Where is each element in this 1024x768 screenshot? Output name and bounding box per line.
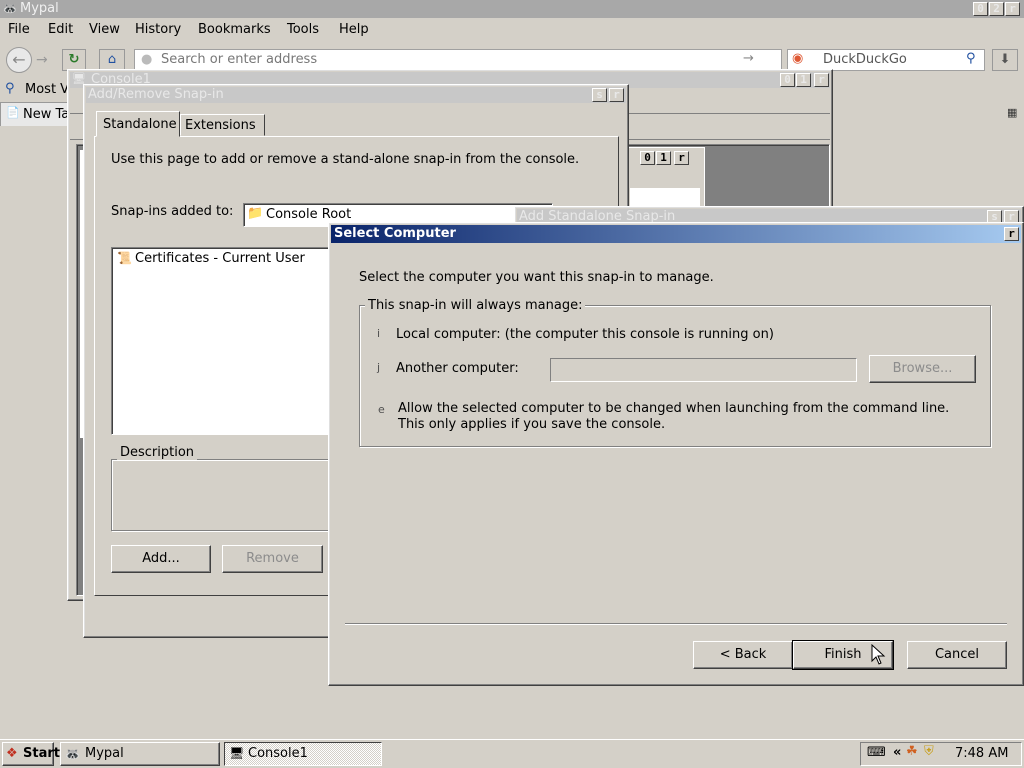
- tab-extensions[interactable]: Extensions: [180, 114, 265, 136]
- tab-extensions-label: Extensions: [185, 118, 256, 133]
- added-to-label: Snap-ins added to:: [111, 204, 234, 219]
- system-tray: ⌨ « ☘ ⛨ 7:48 AM: [860, 742, 1022, 766]
- taskbar: ❖ Start 🦝 Mypal 🖥 Console1 ⌨ « ☘ ⛨ 7:48 …: [0, 739, 1024, 768]
- addremove-titlebar[interactable]: Add/Remove Snap-in s r: [86, 87, 626, 103]
- browse-button-label: Browse...: [892, 361, 953, 376]
- tray-expand-icon[interactable]: «: [893, 745, 901, 760]
- browse-button[interactable]: Browse...: [869, 355, 976, 383]
- tab-label: New Ta: [23, 107, 70, 122]
- list-item[interactable]: Certificates - Current User: [135, 251, 305, 266]
- download-icon[interactable]: ⬇: [992, 49, 1018, 71]
- home-icon[interactable]: ⌂: [99, 49, 125, 71]
- back-arrow-icon[interactable]: ←: [6, 47, 32, 73]
- search-icon[interactable]: ⚲: [966, 51, 976, 66]
- addremove-close-button[interactable]: r: [609, 88, 624, 102]
- console-maximize-button[interactable]: 1: [796, 73, 811, 87]
- console-close-button[interactable]: r: [814, 73, 829, 87]
- another-computer-radio[interactable]: j: [377, 361, 380, 374]
- addremove-help-button[interactable]: s: [592, 88, 607, 102]
- inner-close-button[interactable]: r: [674, 151, 689, 165]
- mypal-logo-icon: 🦝: [3, 2, 17, 15]
- menu-bar: File Edit View History Bookmarks Tools H…: [0, 19, 1024, 41]
- taskbar-task-mypal[interactable]: 🦝 Mypal: [60, 742, 220, 766]
- bookmark-icon: ⚲: [5, 81, 15, 96]
- added-to-value: Console Root: [266, 207, 352, 222]
- bottom-divider: [345, 623, 1007, 625]
- start-button[interactable]: ❖ Start: [2, 742, 60, 766]
- cancel-button[interactable]: Cancel: [907, 641, 1007, 669]
- address-bar[interactable]: ● Search or enter address →: [134, 49, 782, 71]
- certificate-icon: 📜: [117, 251, 132, 265]
- add-button[interactable]: Add...: [111, 545, 211, 573]
- tab-standalone[interactable]: Standalone: [96, 111, 180, 137]
- minimize-button[interactable]: 0: [973, 2, 988, 16]
- network-icon[interactable]: ☘: [906, 744, 918, 759]
- back-button-label: < Back: [719, 647, 767, 662]
- clock[interactable]: 7:48 AM: [955, 746, 1008, 761]
- folder-icon: 📁: [247, 206, 264, 221]
- allow-change-line2: This only applies if you save the consol…: [398, 417, 666, 432]
- select-computer-titlebar[interactable]: Select Computer r: [331, 225, 1021, 243]
- select-computer-dialog: Select Computer r Select the computer yo…: [328, 222, 1024, 686]
- remove-button-label: Remove: [246, 551, 299, 566]
- remove-button[interactable]: Remove: [222, 545, 323, 573]
- menu-file[interactable]: File: [8, 22, 30, 37]
- go-arrow-icon[interactable]: →: [743, 51, 754, 66]
- reload-icon[interactable]: ↻: [62, 49, 86, 71]
- keyboard-icon[interactable]: ⌨: [867, 745, 886, 760]
- addremove-intro: Use this page to add or remove a stand-a…: [111, 152, 580, 167]
- allow-change-checkbox[interactable]: e: [378, 403, 385, 416]
- finish-button-label: Finish: [824, 647, 862, 662]
- menu-tools[interactable]: Tools: [287, 22, 319, 37]
- inner-content: [630, 188, 700, 208]
- back-button[interactable]: < Back: [693, 641, 793, 669]
- browser-titlebar[interactable]: 🦝 Mypal 0 2 r: [0, 0, 1024, 18]
- mouse-cursor-icon: [871, 644, 886, 665]
- duckduckgo-icon: ◉: [792, 51, 804, 66]
- search-box[interactable]: ◉ DuckDuckGo ⚲: [787, 49, 985, 71]
- tab-list-icon[interactable]: ▦: [1007, 106, 1017, 119]
- select-computer-title: Select Computer: [334, 226, 456, 241]
- close-button[interactable]: r: [1005, 2, 1020, 16]
- local-computer-label[interactable]: Local computer: (the computer this conso…: [396, 327, 774, 342]
- browser-title: Mypal: [20, 1, 59, 16]
- page-icon: ●: [141, 52, 153, 67]
- add-button-label: Add...: [142, 551, 180, 566]
- start-label: Start: [23, 746, 60, 761]
- local-computer-radio[interactable]: i: [377, 327, 380, 340]
- maximize-button[interactable]: 2: [989, 2, 1004, 16]
- addremove-title: Add/Remove Snap-in: [88, 87, 224, 102]
- search-engine-label: DuckDuckGo: [823, 52, 907, 67]
- menu-view[interactable]: View: [89, 22, 120, 37]
- address-placeholder: Search or enter address: [161, 52, 318, 67]
- tab-standalone-label: Standalone: [103, 117, 177, 132]
- inner-maximize-button[interactable]: 1: [656, 151, 671, 165]
- menu-help[interactable]: Help: [339, 22, 369, 37]
- forward-arrow-icon[interactable]: →: [36, 52, 48, 68]
- console-task-icon: 🖥: [229, 746, 245, 760]
- cancel-button-label: Cancel: [934, 647, 980, 662]
- tab-page-icon: 📄: [6, 106, 20, 119]
- task-label: Console1: [248, 746, 308, 761]
- select-computer-close-button[interactable]: r: [1004, 227, 1019, 241]
- menu-bookmarks[interactable]: Bookmarks: [198, 22, 271, 37]
- manage-group-label: This snap-in will always manage:: [365, 298, 586, 313]
- task-label: Mypal: [85, 746, 124, 761]
- select-computer-intro: Select the computer you want this snap-i…: [359, 270, 714, 285]
- inner-minimize-button[interactable]: 0: [640, 151, 655, 165]
- another-computer-label[interactable]: Another computer:: [396, 361, 519, 376]
- windows-logo-icon: ❖: [6, 746, 18, 761]
- bookmark-item-most-visited[interactable]: Most V: [25, 82, 69, 97]
- shield-icon[interactable]: ⛨: [924, 744, 934, 759]
- menu-edit[interactable]: Edit: [48, 22, 73, 37]
- allow-change-line1[interactable]: Allow the selected computer to be change…: [398, 401, 949, 416]
- another-computer-field[interactable]: [550, 358, 857, 382]
- description-label: Description: [117, 445, 198, 460]
- mypal-task-icon: 🦝: [65, 747, 80, 761]
- menu-history[interactable]: History: [135, 22, 181, 37]
- console-minimize-button[interactable]: 0: [780, 73, 795, 87]
- taskbar-task-console1[interactable]: 🖥 Console1: [224, 742, 382, 766]
